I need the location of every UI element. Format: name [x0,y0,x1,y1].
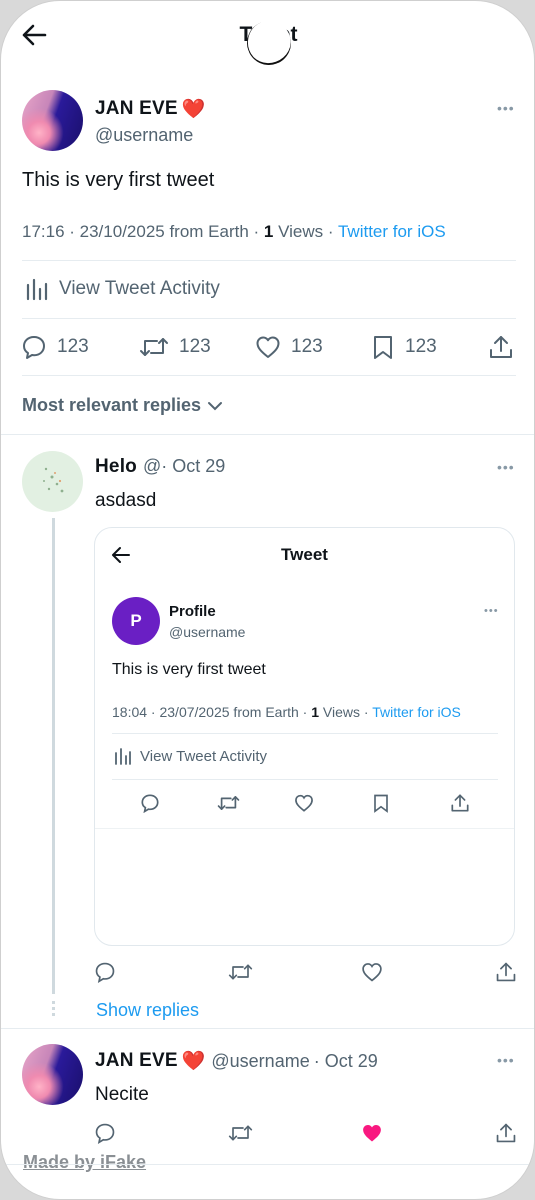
source-link[interactable]: Twitter for iOS [338,222,446,241]
divider [1,1164,534,1165]
like-count: 123 [291,336,323,357]
bookmark-count: 123 [405,336,437,357]
reply-text: asdasd [95,490,157,511]
replies-sort-label: Most relevant replies [22,395,202,415]
reply-icon[interactable] [94,1122,116,1144]
heart-filled-icon[interactable] [361,1122,383,1144]
like-button[interactable]: 123 [255,334,323,360]
reply-button[interactable]: 123 [21,334,89,360]
watermark: Made by iFake [23,1152,147,1172]
share-icon[interactable] [488,334,514,360]
divider [112,733,498,734]
embed-title: Tweet [281,545,328,564]
reply-count: 123 [57,336,89,357]
view-activity-button[interactable]: View Tweet Activity [25,277,220,301]
reply-icon [21,334,47,360]
reply-date: · Oct 29 [161,456,226,476]
reply-author-row: JAN EVE ❤️ @username · Oct 29 [95,1049,378,1073]
views-count: 1 [263,222,274,241]
heart-emoji: ❤️ [181,99,206,120]
avatar[interactable] [22,451,83,512]
retweet-icon [139,334,169,360]
embed-bookmark-icon [372,793,390,813]
more-options-icon[interactable]: ••• [497,1052,515,1068]
author-name[interactable]: JAN EVE [95,98,178,120]
more-options-icon[interactable]: ••• [497,100,515,116]
view-activity-label: View Tweet Activity [59,278,220,299]
show-replies-link[interactable]: Show replies [96,1000,199,1021]
author-row: JAN EVE ❤️ [95,97,205,121]
retweet-icon[interactable] [228,1122,253,1144]
embed-avatar: P [112,597,160,645]
divider [1,434,534,435]
embed-retweet-icon [217,793,240,813]
views-label: Views · [273,222,338,241]
embed-reply-icon [140,793,160,813]
divider [22,318,516,319]
phone-screen: Tweet JAN EVE ❤️ @username ••• This is v… [0,0,535,1200]
reply-icon[interactable] [94,961,116,983]
tweet-timestamp: 17:16 · 23/10/2025 from Earth · [22,222,264,241]
embed-views-label: Views · [319,704,373,720]
retweet-button[interactable]: 123 [139,334,211,360]
bookmark-button[interactable]: 123 [371,334,437,360]
reply-author-name[interactable]: JAN EVE [95,1050,178,1072]
embed-share-icon [450,793,470,813]
reply-author-handle: @ [142,456,162,476]
embed-source: Twitter for iOS [372,704,461,720]
share-icon[interactable] [495,1122,517,1144]
embed-timestamp: 18:04 · 23/07/2025 from Earth · [112,704,312,720]
author-handle: @username [95,125,194,145]
divider [95,828,514,829]
embed-analytics-icon [114,747,132,765]
embed-more-icon: ••• [484,605,499,617]
share-icon[interactable] [495,961,517,983]
avatar[interactable] [22,1044,83,1105]
embed-heart-icon [294,793,314,813]
divider [112,779,498,780]
divider [22,260,516,261]
retweet-count: 123 [179,336,211,357]
bookmark-icon [371,334,395,360]
reply-author-row: Helo @ · Oct 29 [95,456,225,478]
embed-activity-label: View Tweet Activity [140,747,268,765]
analytics-icon [25,277,49,301]
thread-line [52,518,55,994]
tweet-meta: 17:16 · 23/10/2025 from Earth · 1 Views … [22,222,446,242]
heart-emoji: ❤️ [181,1051,206,1072]
chevron-down-icon [207,400,223,412]
embedded-image[interactable]: Tweet P Profile @username ••• This is ve… [94,527,515,946]
heart-outline-icon[interactable] [361,961,383,983]
heart-outline-icon [255,334,281,360]
tweet-text: This is very first tweet [22,169,215,191]
more-options-icon[interactable]: ••• [497,459,515,475]
reply-text: Necite [95,1084,149,1105]
avatar[interactable] [22,90,83,151]
reply-author-name[interactable]: Helo [95,456,137,478]
embed-author-name: Profile [169,603,216,620]
replies-sort-dropdown[interactable]: Most relevant replies [22,395,223,416]
embed-views-count: 1 [311,704,320,720]
reply-author-handle: @username [211,1050,310,1071]
embed-tweet-text: This is very first tweet [112,661,266,678]
thread-dots [52,1001,55,1019]
divider [1,1028,534,1029]
reply-date: · Oct 29 [313,1050,378,1071]
embed-activity-row: View Tweet Activity [114,747,267,765]
divider [22,375,516,376]
retweet-icon[interactable] [228,961,253,983]
embed-tweet-meta: 18:04 · 23/07/2025 from Earth · 1 Views … [112,704,461,720]
embed-author-handle: @username [169,624,246,640]
